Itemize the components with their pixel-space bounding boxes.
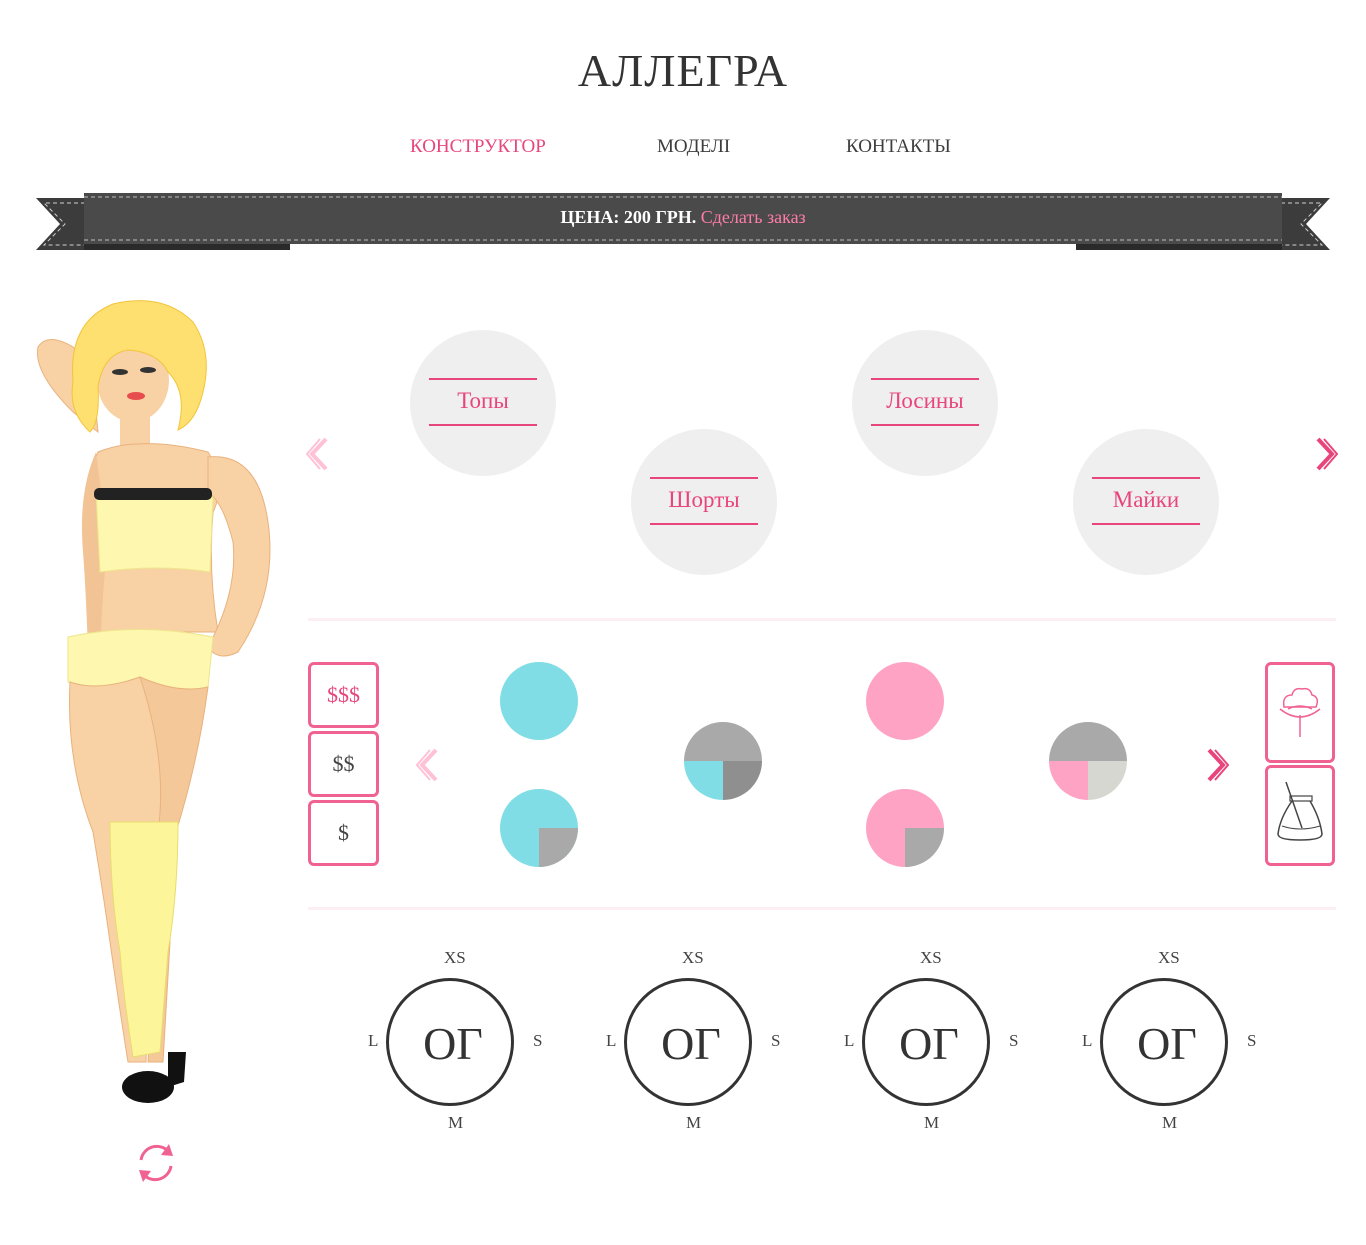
price-text: ЦЕНА: 200 ГРН. xyxy=(560,207,697,227)
color-swatch-gray-cyan[interactable] xyxy=(684,722,762,800)
color-swatch-cyan-gray[interactable] xyxy=(500,789,578,867)
size-xs[interactable]: XS xyxy=(920,948,942,968)
size-m[interactable]: M xyxy=(924,1113,939,1133)
size-dial: XS L ОГ S M xyxy=(364,948,542,1138)
section-divider xyxy=(308,618,1336,621)
cotton-flower-icon xyxy=(1279,687,1321,737)
rotate-reset-icon[interactable] xyxy=(133,1140,179,1186)
category-leggings[interactable]: Лосины xyxy=(852,330,998,476)
category-tops[interactable]: Топы xyxy=(410,330,556,476)
nav-item-contacts[interactable]: КОНТАКТЫ xyxy=(846,136,951,158)
size-s[interactable]: S xyxy=(1009,1031,1018,1051)
model-figure xyxy=(36,300,271,1103)
color-prev-chevron-icon[interactable] xyxy=(416,747,442,783)
size-dial-center[interactable]: ОГ xyxy=(862,978,990,1106)
size-s[interactable]: S xyxy=(1247,1031,1256,1051)
color-swatch-pink-gray[interactable] xyxy=(866,789,944,867)
size-xs[interactable]: XS xyxy=(1158,948,1180,968)
category-label: Шорты xyxy=(668,487,740,512)
size-m[interactable]: M xyxy=(1162,1113,1177,1133)
price-banner: ЦЕНА: 200 ГРН. Сделать заказ xyxy=(0,207,1366,228)
size-dial-center[interactable]: ОГ xyxy=(386,978,514,1106)
size-dial: XS L ОГ S M xyxy=(602,948,780,1138)
girth-label: ОГ xyxy=(661,1018,721,1069)
girth-label: ОГ xyxy=(423,1018,483,1069)
order-link[interactable]: Сделать заказ xyxy=(701,207,806,227)
size-dial: XS L ОГ S M xyxy=(840,948,1018,1138)
size-xs[interactable]: XS xyxy=(444,948,466,968)
category-label: Майки xyxy=(1112,487,1180,512)
category-tanks[interactable]: Майки xyxy=(1073,429,1219,575)
size-s[interactable]: S xyxy=(771,1031,780,1051)
category-next-chevron-icon[interactable] xyxy=(1312,436,1338,472)
size-s[interactable]: S xyxy=(533,1031,542,1051)
color-swatch-cyan[interactable] xyxy=(500,662,578,740)
size-dial-center[interactable]: ОГ xyxy=(1100,978,1228,1106)
nav-item-models[interactable]: МОДЕЛІ xyxy=(657,136,730,158)
category-shorts[interactable]: Шорты xyxy=(631,429,777,575)
material-filter xyxy=(1265,662,1335,866)
price-mid-button[interactable]: $$ xyxy=(308,731,379,797)
nav-item-constructor[interactable]: КОНСТРУКТОР xyxy=(410,136,546,158)
size-m[interactable]: M xyxy=(448,1113,463,1133)
category-label: Топы xyxy=(457,388,509,413)
color-next-chevron-icon[interactable] xyxy=(1203,747,1229,783)
size-l[interactable]: L xyxy=(844,1031,854,1051)
category-prev-chevron-icon[interactable] xyxy=(306,436,332,472)
girth-label: ОГ xyxy=(899,1018,959,1069)
price-filter: $$$ $$ $ xyxy=(308,662,379,866)
girth-label: ОГ xyxy=(1137,1018,1197,1069)
size-l[interactable]: L xyxy=(606,1031,616,1051)
color-swatch-gray-pink[interactable] xyxy=(1049,722,1127,800)
material-cotton-button[interactable] xyxy=(1265,662,1335,763)
price-high-button[interactable]: $$$ xyxy=(308,662,379,728)
size-dial-center[interactable]: ОГ xyxy=(624,978,752,1106)
size-l[interactable]: L xyxy=(1082,1031,1092,1051)
category-label: Лосины xyxy=(886,388,964,413)
color-swatch-pink[interactable] xyxy=(866,662,944,740)
material-synthetic-button[interactable] xyxy=(1265,765,1335,866)
size-m[interactable]: M xyxy=(686,1113,701,1133)
size-dial: XS L ОГ S M xyxy=(1078,948,1256,1138)
size-l[interactable]: L xyxy=(368,1031,378,1051)
price-low-button[interactable]: $ xyxy=(308,800,379,866)
site-logo[interactable]: АЛЛЕГРА xyxy=(0,44,1366,97)
fabric-pot-icon xyxy=(1277,781,1323,841)
size-xs[interactable]: XS xyxy=(682,948,704,968)
section-divider xyxy=(308,907,1336,910)
